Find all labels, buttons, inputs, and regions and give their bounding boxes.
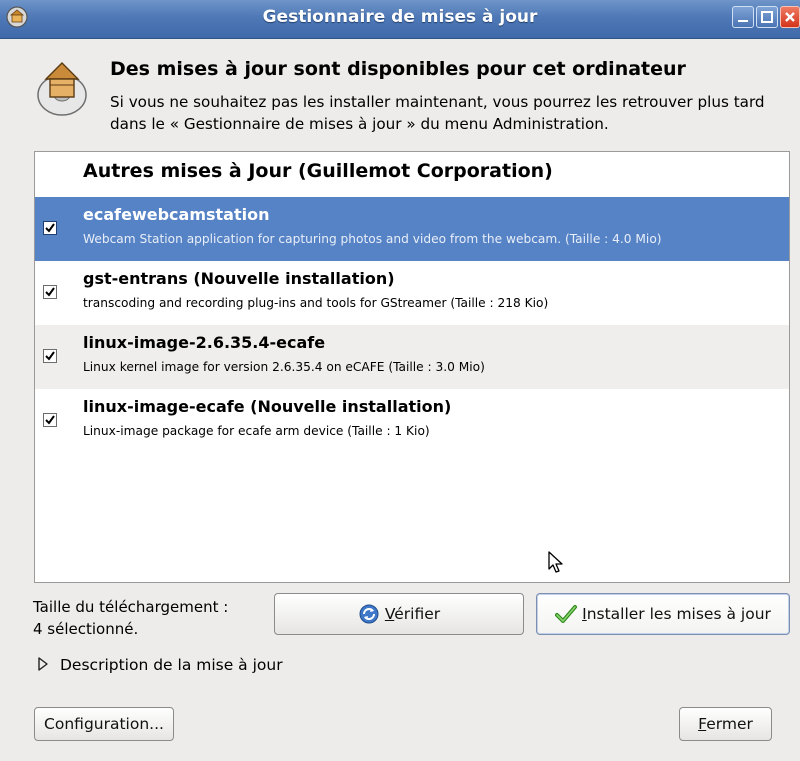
update-row-ecafewebcamstation[interactable]: ecafewebcamstation Webcam Station applic… (35, 197, 789, 261)
update-description: Linux-image package for ecafe arm device… (83, 424, 430, 438)
update-description-expander[interactable]: Description de la mise à jour (36, 656, 283, 674)
update-description: Linux kernel image for version 2.6.35.4 … (83, 360, 485, 374)
expander-label: Description de la mise à jour (60, 656, 283, 674)
group-title: Autres mises à Jour (Guillemot Corporati… (83, 160, 553, 182)
update-description: Webcam Station application for capturing… (83, 232, 662, 246)
update-checkbox[interactable] (43, 413, 57, 427)
update-name: linux-image-2.6.35.4-ecafe (83, 333, 326, 352)
close-window-button[interactable] (780, 6, 800, 28)
header-title: Des mises à jour sont disponibles pour c… (110, 58, 686, 80)
minimize-button[interactable] (732, 6, 754, 28)
checkmark-icon (45, 351, 55, 361)
update-name: ecafewebcamstation (83, 205, 270, 224)
refresh-icon (359, 604, 379, 624)
checkmark-icon (45, 287, 55, 297)
update-name: gst-entrans (Nouvelle installation) (83, 269, 395, 288)
minimize-icon (738, 20, 748, 22)
maximize-button[interactable] (756, 6, 778, 28)
update-checkbox[interactable] (43, 285, 57, 299)
configuration-button[interactable]: Configuration... (34, 707, 174, 741)
close-icon (785, 12, 795, 22)
download-size-label: Taille du téléchargement : (33, 598, 229, 616)
maximize-icon (761, 11, 773, 23)
checkmark-icon (45, 223, 55, 233)
update-row-linux-image-ecafe[interactable]: linux-image-ecafe (Nouvelle installation… (35, 389, 789, 453)
update-row-gst-entrans[interactable]: gst-entrans (Nouvelle installation) tran… (35, 261, 789, 325)
close-button[interactable]: Fermer (679, 707, 772, 741)
update-description: transcoding and recording plug-ins and t… (83, 296, 549, 310)
selected-count: 4 sélectionné. (33, 620, 139, 638)
verify-label: Vérifier (384, 605, 441, 623)
checkmark-icon (555, 605, 578, 623)
install-updates-button[interactable]: Installer les mises à jour (536, 593, 790, 635)
install-label: Installer les mises à jour (582, 605, 771, 623)
header-description: Si vous ne souhaitez pas les installer m… (110, 93, 765, 133)
download-size-info: Taille du téléchargement : 4 sélectionné… (33, 596, 228, 640)
update-name: linux-image-ecafe (Nouvelle installation… (83, 397, 452, 416)
checkmark-icon (45, 415, 55, 425)
window-title: Gestionnaire de mises à jour (262, 7, 538, 27)
update-row-linux-image-2.6.35.4-ecafe[interactable]: linux-image-2.6.35.4-ecafe Linux kernel … (35, 325, 789, 389)
verify-button[interactable]: Vérifier (274, 593, 524, 635)
update-checkbox[interactable] (43, 349, 57, 363)
expander-arrow-icon (38, 657, 48, 671)
updates-list[interactable]: Autres mises à Jour (Guillemot Corporati… (34, 151, 790, 583)
software-update-icon (37, 62, 87, 116)
update-checkbox[interactable] (43, 221, 57, 235)
close-label: Fermer (698, 715, 753, 733)
mouse-cursor-icon (548, 551, 563, 573)
title-bar[interactable]: Gestionnaire de mises à jour (0, 0, 800, 39)
